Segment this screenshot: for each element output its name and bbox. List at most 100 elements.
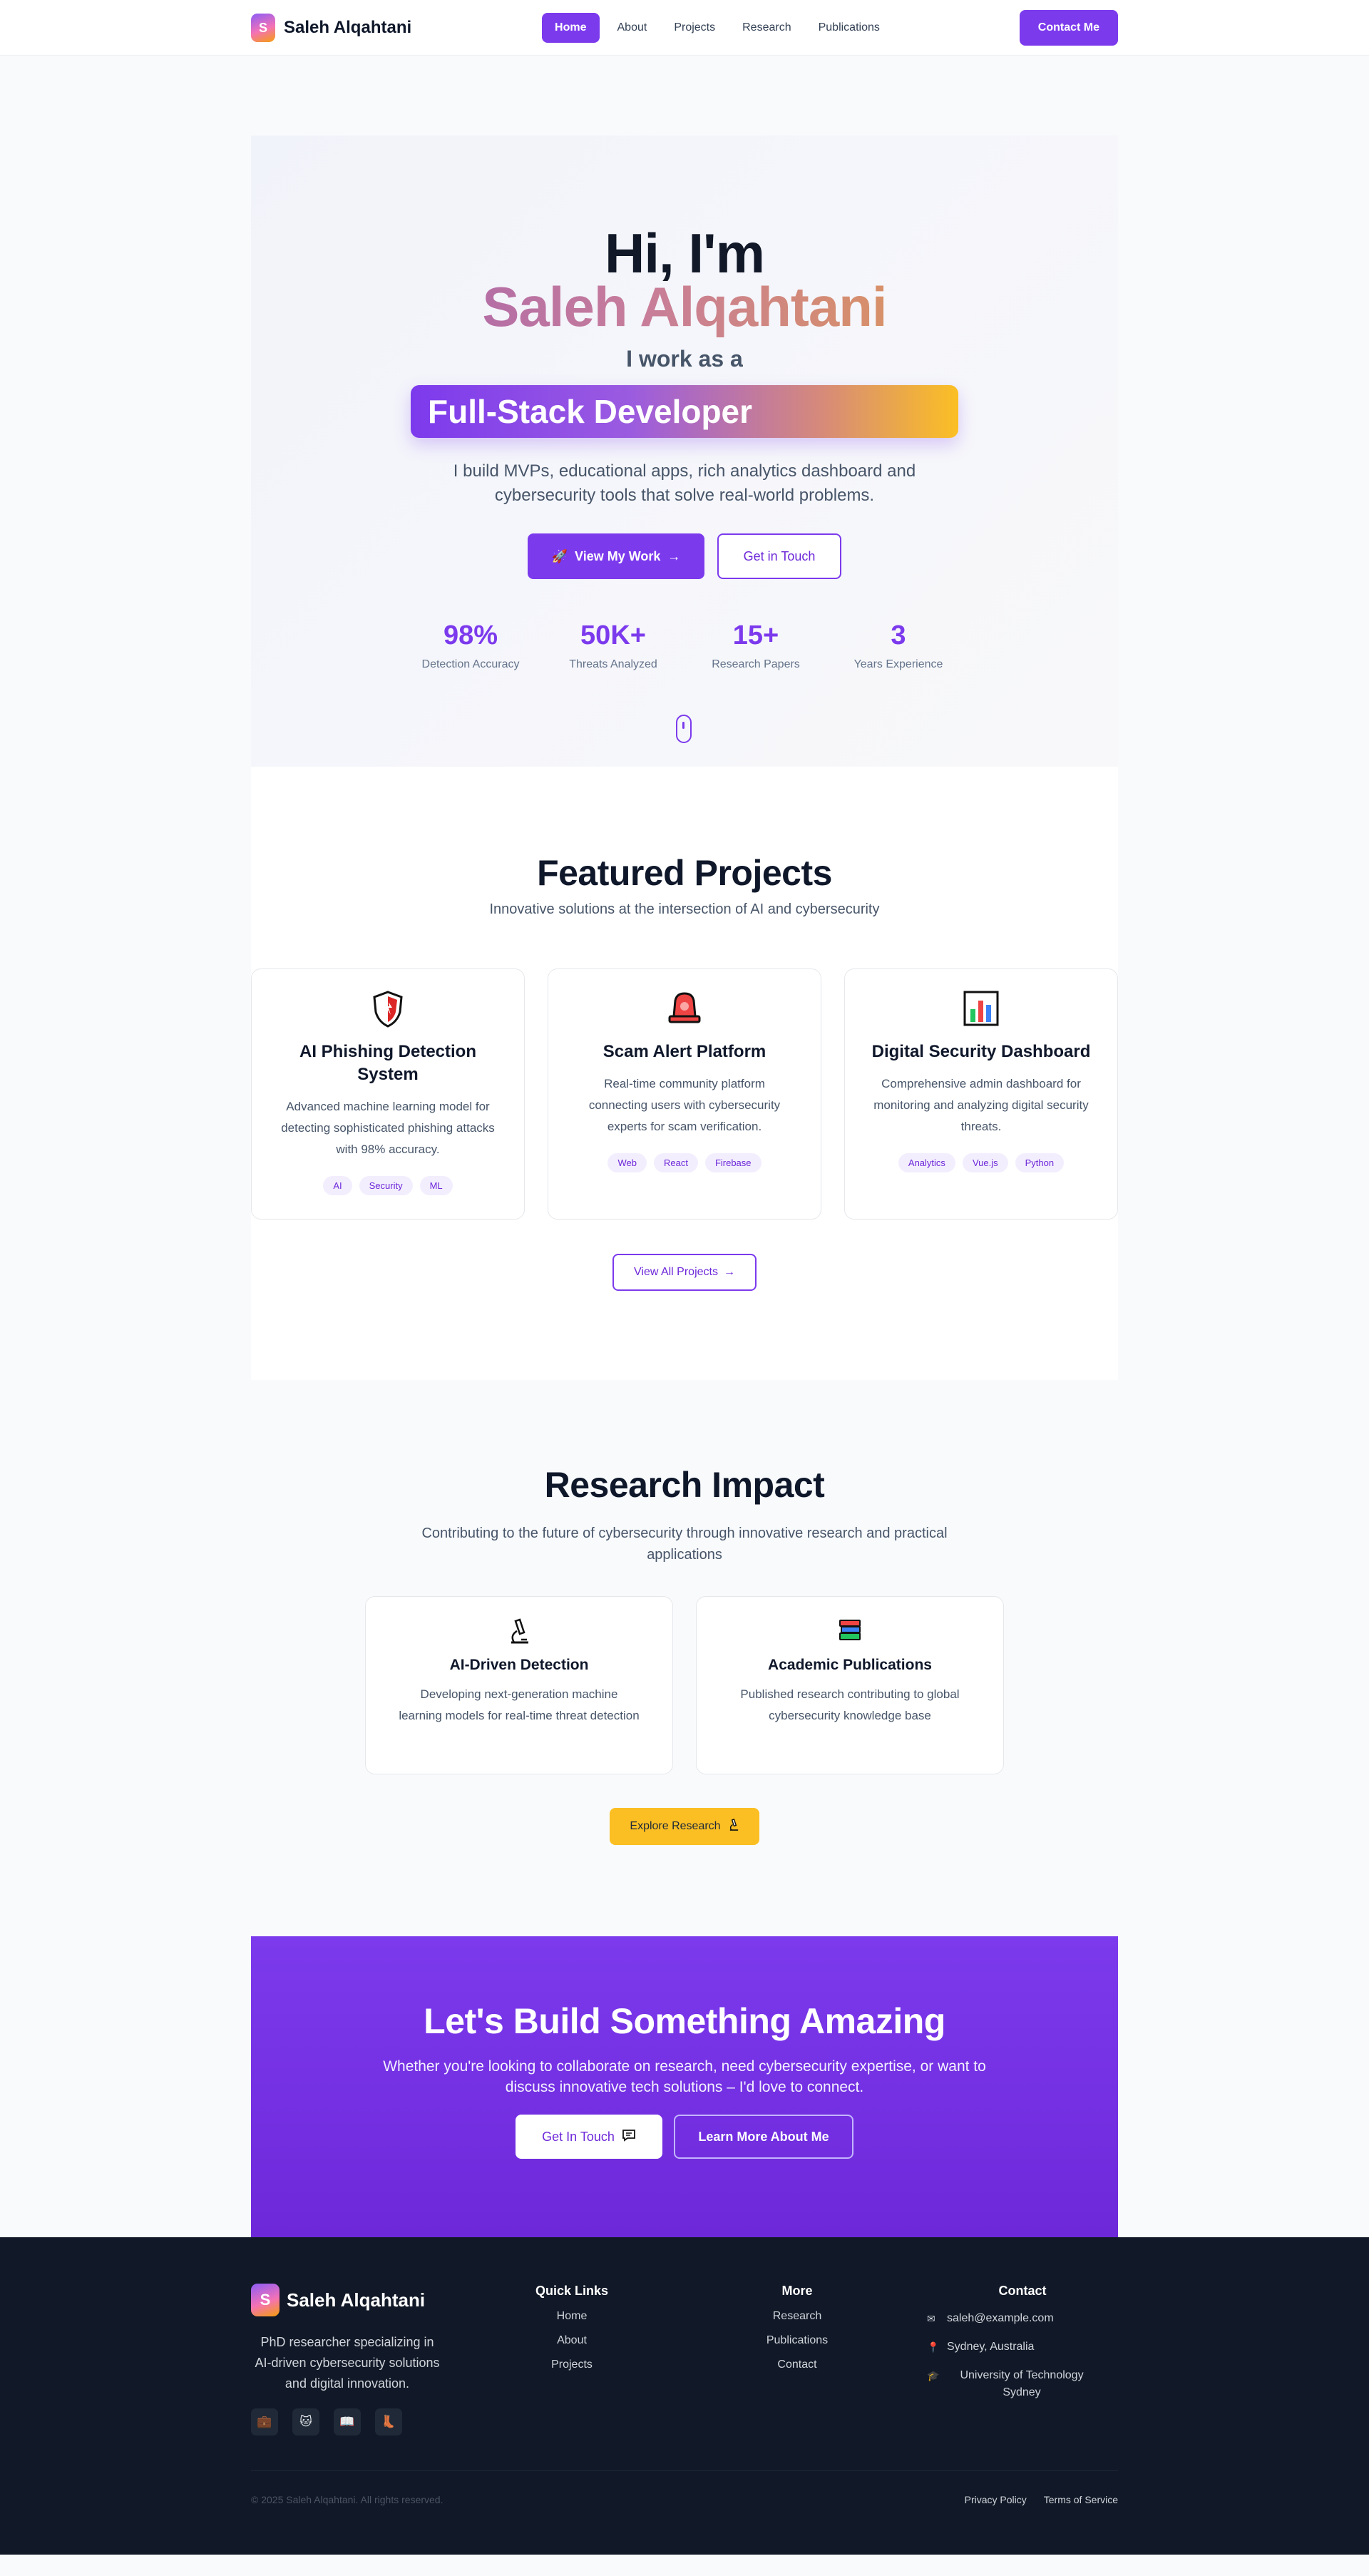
nav-link-research[interactable]: Research xyxy=(733,13,800,43)
privacy-policy-link[interactable]: Privacy Policy xyxy=(965,2494,1027,2505)
copyright: © 2025 Saleh Alqahtani. All rights reser… xyxy=(251,2494,443,2505)
nav-link-publications[interactable]: Publications xyxy=(809,13,889,43)
nav-links: Home About Projects Research Publication… xyxy=(542,13,889,43)
arrow-right-icon: → xyxy=(723,1266,735,1278)
footer-logo-badge: S xyxy=(251,2284,280,2316)
section-title: Featured Projects xyxy=(537,853,832,893)
cat-icon[interactable]: 🐱 xyxy=(292,2408,319,2436)
tag: AI xyxy=(323,1176,352,1195)
research-title: Academic Publications xyxy=(768,1657,932,1673)
scroll-mouse-icon[interactable] xyxy=(676,715,692,743)
project-description: Comprehensive admin dashboard for monito… xyxy=(873,1077,1089,1133)
tag: ML xyxy=(419,1176,453,1195)
contact-university-text: University of Technology Sydney xyxy=(960,2369,1084,2398)
chat-bubble-icon xyxy=(622,2129,636,2145)
featured-projects-section: Featured Projects Innovative solutions a… xyxy=(251,767,1118,1380)
cta-section: Let's Build Something Amazing Whether yo… xyxy=(251,1936,1118,2237)
hero-name: Saleh Alqahtani xyxy=(251,275,1118,339)
footer-link-publications[interactable]: Publications xyxy=(726,2334,868,2347)
learn-more-button[interactable]: Learn More About Me xyxy=(674,2115,853,2159)
view-all-projects-button[interactable]: View All Projects → xyxy=(612,1254,757,1291)
tag: Vue.js xyxy=(962,1153,1008,1172)
role-badge: Full-Stack Developer xyxy=(411,385,958,438)
section-subtitle: Contributing to the future of cybersecur… xyxy=(421,1525,948,1563)
contact-email[interactable]: ✉ saleh@example.com xyxy=(927,2310,1118,2327)
get-in-touch-button[interactable]: Get in Touch xyxy=(717,533,841,579)
footer-link-research[interactable]: Research xyxy=(726,2310,868,2323)
view-my-work-button[interactable]: 🚀 View My Work → xyxy=(528,533,704,579)
project-title: AI Phishing Detection System xyxy=(299,1042,476,1084)
contact-location: 📍 Sydney, Australia xyxy=(927,2339,1118,2356)
footer-column-title: Contact xyxy=(998,2284,1047,2298)
book-icon[interactable]: 📖 xyxy=(334,2408,361,2436)
stat-item: 50K+ Threats Analyzed xyxy=(542,620,684,671)
contact-me-button[interactable]: Contact Me xyxy=(1019,10,1118,46)
cta-title: Let's Build Something Amazing xyxy=(424,2001,945,2041)
brand-name: Saleh Alqahtani xyxy=(284,18,412,37)
research-description: Developing next-generation machine learn… xyxy=(399,1687,640,1722)
microscope-icon xyxy=(397,1618,641,1650)
stat-value: 3 xyxy=(891,620,906,650)
tag: Python xyxy=(1015,1153,1065,1172)
stat-label: Research Papers xyxy=(712,658,800,670)
nav-link-home[interactable]: Home xyxy=(542,13,600,43)
stats-row: 98% Detection Accuracy 50K+ Threats Anal… xyxy=(251,620,1118,671)
stat-value: 98% xyxy=(443,620,498,650)
explore-research-button[interactable]: Explore Research xyxy=(610,1808,759,1845)
site-footer: S Saleh Alqahtani PhD researcher special… xyxy=(0,2237,1369,2555)
stat-label: Years Experience xyxy=(853,658,943,670)
explore-research-label: Explore Research xyxy=(630,1820,721,1832)
contact-email-text: saleh@example.com xyxy=(947,2312,1054,2324)
view-my-work-label: View My Work xyxy=(575,548,661,563)
footer-brand-name: Saleh Alqahtani xyxy=(287,2289,426,2311)
stat-item: 3 Years Experience xyxy=(827,620,970,671)
cta-get-in-touch-button[interactable]: Get In Touch xyxy=(516,2115,662,2159)
section-subtitle: Innovative solutions at the intersection… xyxy=(489,901,880,917)
tag: Security xyxy=(359,1176,413,1195)
footer-link-contact[interactable]: Contact xyxy=(726,2358,868,2371)
arrow-right-icon: → xyxy=(667,548,681,563)
research-card[interactable]: Academic Publications Published research… xyxy=(696,1596,1004,1774)
tag: React xyxy=(653,1153,698,1172)
siren-icon xyxy=(574,991,795,1032)
contact-location-text: Sydney, Australia xyxy=(947,2341,1035,2353)
books-icon xyxy=(728,1618,972,1650)
footer-link-home[interactable]: Home xyxy=(501,2310,643,2323)
tag: Firebase xyxy=(704,1153,762,1172)
project-card[interactable]: AI Phishing Detection System Advanced ma… xyxy=(251,968,525,1220)
envelope-icon: ✉ xyxy=(927,2313,935,2324)
stat-value: 15+ xyxy=(732,620,779,650)
nav-link-projects[interactable]: Projects xyxy=(665,13,724,43)
project-description: Real-time community platform connecting … xyxy=(588,1077,781,1133)
cta-get-in-touch-label: Get In Touch xyxy=(542,2129,615,2144)
tag: Analytics xyxy=(898,1153,955,1172)
logo-badge: S xyxy=(251,14,275,42)
graduation-cap-icon: 🎓 xyxy=(927,2370,940,2381)
footer-link-projects[interactable]: Projects xyxy=(501,2358,643,2371)
footer-column-title: Quick Links xyxy=(535,2284,609,2298)
hero-subtitle: I work as a xyxy=(626,346,743,372)
microscope-icon xyxy=(728,1818,739,1835)
footer-link-about[interactable]: About xyxy=(501,2334,643,2347)
research-impact-section: Research Impact Contributing to the futu… xyxy=(0,1380,1369,1936)
terms-of-service-link[interactable]: Terms of Service xyxy=(1044,2494,1118,2505)
stat-label: Threats Analyzed xyxy=(569,658,657,670)
brand-link[interactable]: S Saleh Alqahtani xyxy=(251,14,411,42)
nav-link-about[interactable]: About xyxy=(608,13,657,43)
bar-chart-icon xyxy=(871,991,1092,1032)
project-title: Scam Alert Platform xyxy=(603,1042,766,1061)
stat-value: 50K+ xyxy=(580,620,646,650)
boot-icon[interactable]: 👢 xyxy=(375,2408,402,2436)
footer-divider xyxy=(251,2470,1118,2471)
project-card[interactable]: Digital Security Dashboard Comprehensive… xyxy=(844,968,1118,1220)
project-title: Digital Security Dashboard xyxy=(871,1042,1091,1061)
cta-description: Whether you're looking to collaborate on… xyxy=(383,2058,986,2095)
top-navbar: S Saleh Alqahtani Home About Projects Re… xyxy=(0,0,1369,56)
briefcase-icon[interactable]: 💼 xyxy=(251,2408,278,2436)
footer-description: PhD researcher specializing in AI-driven… xyxy=(255,2335,440,2391)
rocket-icon: 🚀 xyxy=(551,548,568,563)
stat-label: Detection Accuracy xyxy=(421,658,520,670)
research-title: AI-Driven Detection xyxy=(449,1657,589,1673)
research-card[interactable]: AI-Driven Detection Developing next-gene… xyxy=(365,1596,673,1774)
project-card[interactable]: Scam Alert Platform Real-time community … xyxy=(548,968,821,1220)
